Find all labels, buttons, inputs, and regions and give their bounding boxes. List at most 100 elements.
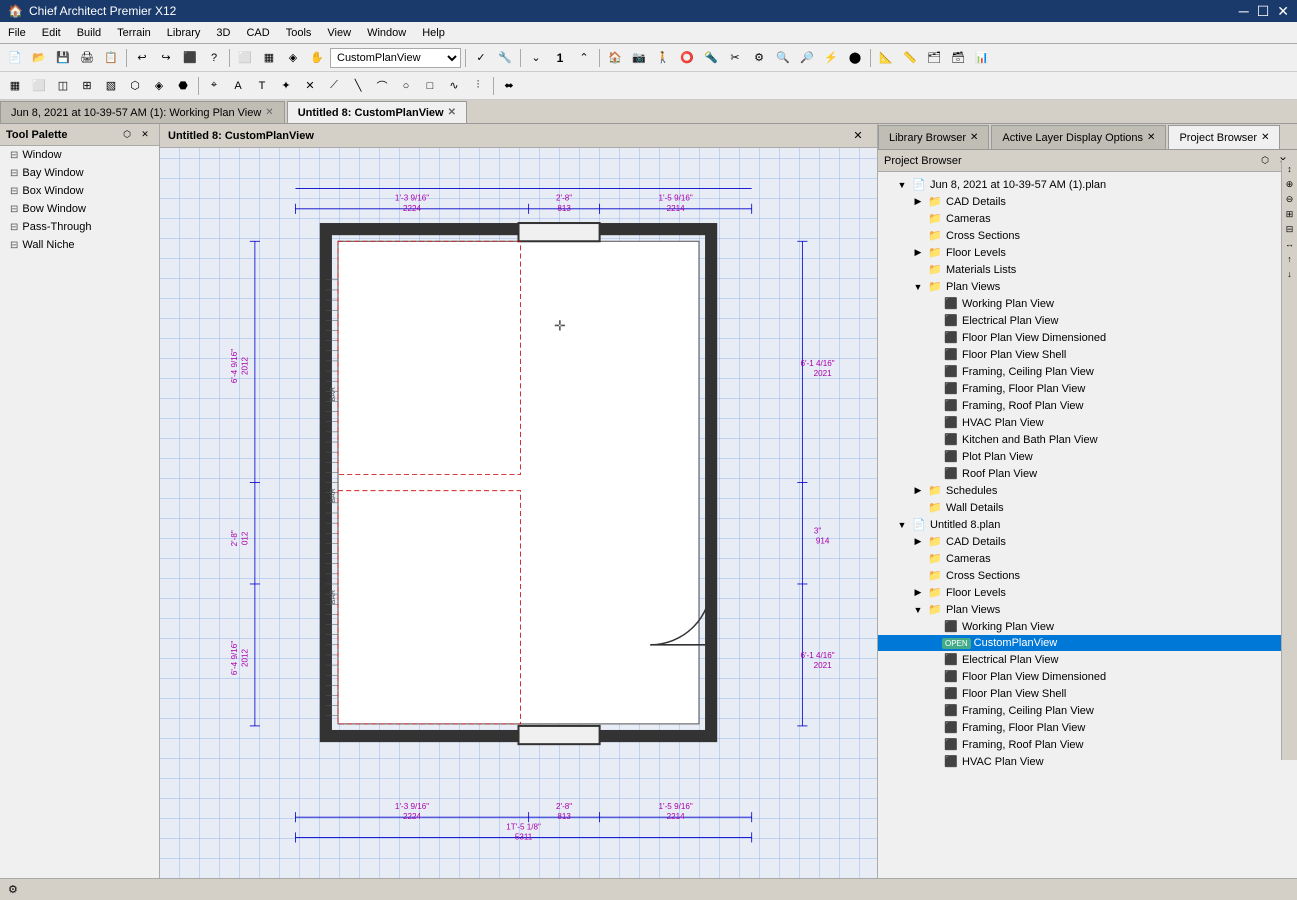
side-tb-3[interactable]: ⊖ [1283,192,1297,206]
palette-item-box-window[interactable]: ⊟ Box Window [0,182,159,200]
side-tb-5[interactable]: ⊟ [1283,222,1297,236]
t2-btn17[interactable]: ○ [395,75,417,97]
tree-elec-pv-2[interactable]: ⬛ Electrical Plan View [878,651,1297,668]
tree-framing-floor-2[interactable]: ⬛ Framing, Floor Plan View [878,719,1297,736]
palette-item-bay-window[interactable]: ⊟ Bay Window [0,164,159,182]
tool6-button[interactable]: ⚡ [820,47,842,69]
menu-window[interactable]: Window [359,25,414,41]
menu-tools[interactable]: Tools [278,25,320,41]
tree-plan-2[interactable]: ▼ 📄 Untitled 8.plan [878,516,1297,533]
tree-elec-pv-1[interactable]: ⬛ Electrical Plan View [878,312,1297,329]
palette-item-pass-through[interactable]: ⊟ Pass-Through [0,218,159,236]
tree-fp-dim-2[interactable]: ⬛ Floor Plan View Dimensioned [878,668,1297,685]
tool9-button[interactable]: 📏 [899,47,921,69]
side-tb-8[interactable]: ↓ [1283,267,1297,281]
tool12-button[interactable]: 📊 [971,47,993,69]
tab-working-plan-close[interactable]: ✕ [265,107,273,118]
menu-help[interactable]: Help [414,25,453,41]
t2-btn15[interactable]: ╲ [347,75,369,97]
arrow-down-button[interactable]: ⌄ [525,47,547,69]
floor-plan-svg[interactable]: 1'-3 9/16" 2224 2'-8" 813 1'-5 9/16" 221… [160,148,877,878]
t2-btn18[interactable]: □ [419,75,441,97]
tool8-button[interactable]: 📐 [875,47,897,69]
tree-cameras-1[interactable]: 📁 Cameras [878,210,1297,227]
redo-button[interactable]: ↪ [155,47,177,69]
print-button[interactable]: 🖨 [76,47,98,69]
side-tb-2[interactable]: ⊕ [1283,177,1297,191]
walk-button[interactable]: 🚶 [652,47,674,69]
side-tb-7[interactable]: ↑ [1283,252,1297,266]
maximize-button[interactable]: ☐ [1257,3,1270,20]
t2-btn5[interactable]: ▧ [100,75,122,97]
t2-btn10[interactable]: A [227,75,249,97]
tree-hvac-1[interactable]: ⬛ HVAC Plan View [878,414,1297,431]
tree-fp-dim-1[interactable]: ⬛ Floor Plan View Dimensioned [878,329,1297,346]
home-button[interactable]: 🏠 [604,47,626,69]
t2-btn16[interactable]: ⌒ [371,75,393,97]
help-button[interactable]: ? [203,47,225,69]
tab-custom-plan[interactable]: Untitled 8: CustomPlanView ✕ [287,101,467,123]
tree-cameras-2[interactable]: 📁 Cameras [878,550,1297,567]
pan-button[interactable]: ✋ [306,47,328,69]
side-tb-6[interactable]: ↔ [1283,237,1297,251]
undo2-button[interactable]: ⬛ [179,47,201,69]
tool5-button[interactable]: 🔎 [796,47,818,69]
menu-edit[interactable]: Edit [34,25,69,41]
t2-btn8[interactable]: ⬣ [172,75,194,97]
print2-button[interactable]: 📋 [100,47,122,69]
tree-custom-pv-2[interactable]: OPEN CustomPlanView [878,635,1297,651]
tree-framing-roof-2[interactable]: ⬛ Framing, Roof Plan View [878,736,1297,753]
t2-btn19[interactable]: ∿ [443,75,465,97]
tool4-button[interactable]: 🔍 [772,47,794,69]
select2-button[interactable]: ▦ [258,47,280,69]
tree-framing-floor-1[interactable]: ⬛ Framing, Floor Plan View [878,380,1297,397]
tree-floor-levels-2[interactable]: ▶ 📁 Floor Levels [878,584,1297,601]
palette-item-window[interactable]: ⊟ Window [0,146,159,164]
tool11-button[interactable]: 🗃 [947,47,969,69]
tree-framing-ceil-1[interactable]: ⬛ Framing, Ceiling Plan View [878,363,1297,380]
t2-btn21[interactable]: ⬌ [498,75,520,97]
tree-fp-shell-2[interactable]: ⬛ Floor Plan View Shell [878,685,1297,702]
tool10-button[interactable]: 🗂 [923,47,945,69]
t2-btn9[interactable]: ⌖ [203,75,225,97]
save-button[interactable]: 💾 [52,47,74,69]
plan-view-dropdown[interactable]: CustomPlanView Working Plan View Floor P… [330,48,461,68]
palette-item-bow-window[interactable]: ⊟ Bow Window [0,200,159,218]
tree-hvac-2[interactable]: ⬛ HVAC Plan View [878,753,1297,770]
tree-kitchen-bath-1[interactable]: ⬛ Kitchen and Bath Plan View [878,431,1297,448]
tree-wall-details-1[interactable]: 📁 Wall Details [878,499,1297,516]
panel-tab-project-close[interactable]: ✕ [1261,132,1269,143]
select-button[interactable]: ⬜ [234,47,256,69]
menu-view[interactable]: View [319,25,359,41]
tree-fp-shell-1[interactable]: ⬛ Floor Plan View Shell [878,346,1297,363]
menu-terrain[interactable]: Terrain [109,25,159,41]
t2-btn7[interactable]: ◈ [148,75,170,97]
menu-3d[interactable]: 3D [208,25,238,41]
t2-btn4[interactable]: ⊞ [76,75,98,97]
tree-cross-sections-1[interactable]: 📁 Cross Sections [878,227,1297,244]
panel-tab-library-close[interactable]: ✕ [970,132,978,143]
check-button[interactable]: ✓ [470,47,492,69]
title-bar-controls[interactable]: ─ ☐ ✕ [1239,3,1289,20]
tool1-button[interactable]: 🔦 [700,47,722,69]
tool-palette-close[interactable]: ✕ [137,127,153,143]
close-button[interactable]: ✕ [1277,3,1289,20]
palette-item-wall-niche[interactable]: ⊟ Wall Niche [0,236,159,254]
panel-tab-layers[interactable]: Active Layer Display Options ✕ [991,125,1166,149]
tool3-button[interactable]: ⚙ [748,47,770,69]
menu-file[interactable]: File [0,25,34,41]
t2-btn1[interactable]: ▦ [4,75,26,97]
menu-library[interactable]: Library [159,25,209,41]
t2-btn14[interactable]: ⟋ [323,75,345,97]
tree-roof-1[interactable]: ⬛ Roof Plan View [878,465,1297,482]
wrench-button[interactable]: 🔧 [494,47,516,69]
tree-framing-ceil-2[interactable]: ⬛ Framing, Ceiling Plan View [878,702,1297,719]
undo-button[interactable]: ↩ [131,47,153,69]
tool-palette-controls[interactable]: ⬡ ✕ [119,127,153,143]
panel-tab-library[interactable]: Library Browser ✕ [878,125,989,149]
pb-float-button[interactable]: ⬡ [1257,153,1273,169]
side-tb-1[interactable]: ↕ [1283,162,1297,176]
tree-working-pv-1[interactable]: ⬛ Working Plan View [878,295,1297,312]
camera-button[interactable]: 📷 [628,47,650,69]
side-tb-4[interactable]: ⊞ [1283,207,1297,221]
